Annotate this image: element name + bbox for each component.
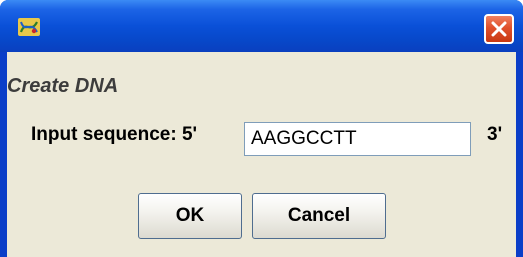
title-bar[interactable]: [0, 0, 523, 52]
dialog-content: Create DNA Input sequence: 5' 3' OK Canc…: [7, 52, 516, 257]
dna-app-icon: [18, 18, 40, 36]
three-prime-label: 3': [487, 124, 503, 145]
dialog-header: Create DNA: [7, 75, 119, 97]
cancel-button[interactable]: Cancel: [252, 193, 386, 239]
ok-button[interactable]: OK: [138, 193, 242, 239]
create-dna-dialog: Create DNA Input sequence: 5' 3' OK Canc…: [0, 0, 523, 257]
close-button[interactable]: [484, 14, 514, 44]
close-icon: [491, 21, 507, 37]
input-sequence-label: Input sequence: 5': [31, 124, 198, 145]
sequence-input[interactable]: [244, 122, 471, 156]
